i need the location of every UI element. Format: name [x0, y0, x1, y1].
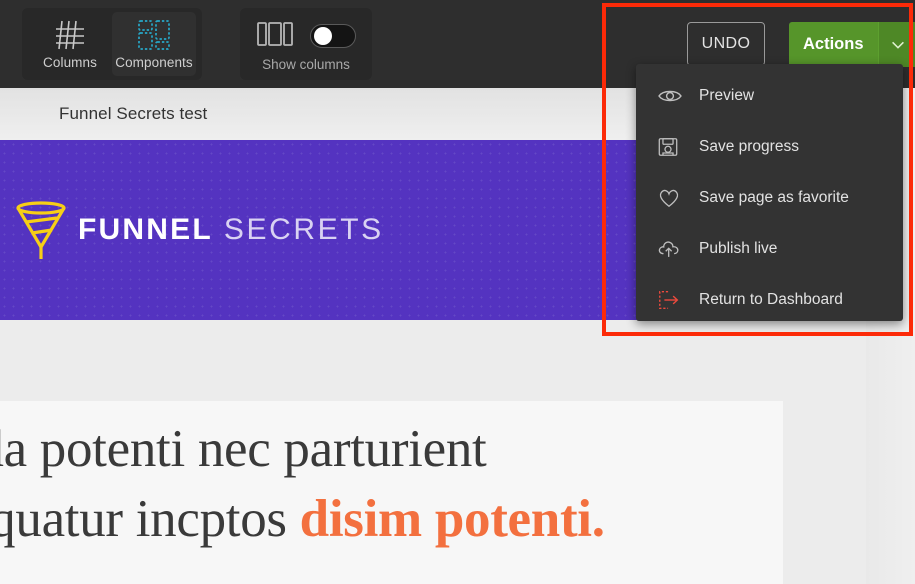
funnel-secrets-logo: FUNNEL SECRETS [8, 195, 384, 265]
columns-label: Columns [43, 55, 97, 70]
show-columns-label: Show columns [262, 57, 350, 72]
funnel-icon [8, 195, 66, 265]
chevron-down-icon[interactable] [877, 22, 915, 67]
grid-icon [53, 18, 87, 52]
menu-item-publish-live[interactable]: Publish live [636, 223, 903, 274]
menu-item-label: Save progress [699, 137, 799, 155]
logo-word-funnel: FUNNEL [78, 213, 213, 246]
show-columns-switch[interactable] [310, 24, 356, 48]
toolbar-group-view: Show columns [240, 8, 372, 80]
menu-item-preview[interactable]: Preview [636, 70, 903, 121]
columns-button[interactable]: Columns [28, 12, 112, 76]
menu-item-save-progress[interactable]: Save progress [636, 121, 903, 172]
hero-spacer [0, 320, 915, 401]
components-button[interactable]: Components [112, 12, 196, 76]
menu-item-label: Publish live [699, 239, 778, 257]
page-title: Funnel Secrets test [59, 104, 208, 123]
menu-item-save-favorite[interactable]: Save page as favorite [636, 172, 903, 223]
undo-button[interactable]: UNDO [687, 22, 765, 66]
eye-icon [657, 86, 699, 106]
actions-split-button[interactable]: Actions [789, 22, 915, 67]
logo-wordmark: FUNNEL SECRETS [78, 213, 384, 247]
menu-item-label: Return to Dashboard [699, 290, 843, 308]
actions-button-label[interactable]: Actions [789, 22, 878, 67]
menu-item-label: Save page as favorite [699, 188, 849, 206]
components-blocks-icon [136, 18, 172, 52]
logo-word-secrets: SECRETS [223, 213, 384, 246]
three-columns-icon [256, 19, 296, 54]
headline-line-1: gravida potenti nec parturient [0, 420, 487, 478]
app-screen: Funnel Secrets test FUNNEL SECRETS a pot… [0, 0, 915, 584]
headline-line-2-plain: consequatur incptos [0, 489, 287, 548]
menu-item-return-dashboard[interactable]: Return to Dashboard [636, 274, 903, 325]
exit-arrow-icon [657, 289, 699, 311]
switch-knob [314, 27, 332, 45]
headline-text: gravida potenti nec parturient consequat… [0, 415, 790, 555]
actions-dropdown-menu: Preview Save progress Save page as favor… [636, 64, 903, 321]
menu-item-label: Preview [699, 86, 755, 104]
floppy-disk-icon [657, 136, 699, 158]
toolbar-group-elements: Columns Components [22, 8, 202, 80]
show-columns-toggle-button[interactable]: Show columns [250, 16, 362, 72]
heart-icon [657, 187, 699, 209]
content-section: gravida potenti nec parturient consequat… [0, 401, 783, 584]
components-label: Components [115, 55, 193, 70]
headline-line-2-accent: disim potenti. [299, 489, 605, 548]
cloud-upload-icon [657, 238, 699, 260]
